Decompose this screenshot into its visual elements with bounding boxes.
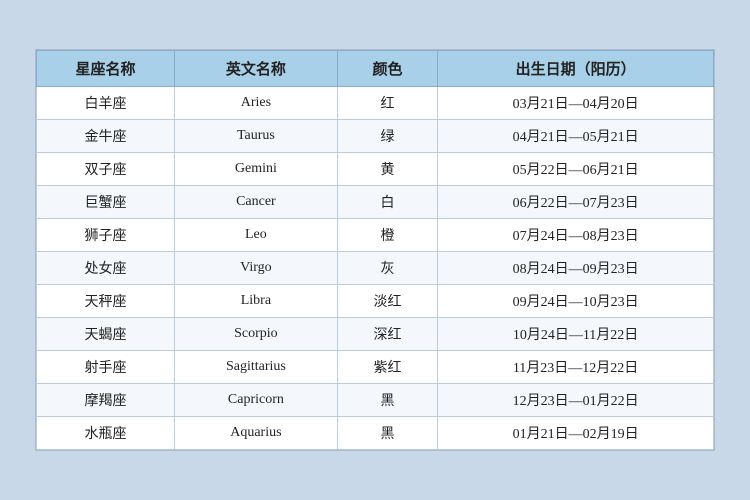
table-row: 水瓶座Aquarius黑01月21日—02月19日 bbox=[37, 417, 714, 450]
cell-dates: 09月24日—10月23日 bbox=[438, 285, 714, 318]
cell-dates: 03月21日—04月20日 bbox=[438, 87, 714, 120]
cell-dates: 04月21日—05月21日 bbox=[438, 120, 714, 153]
cell-color: 黑 bbox=[337, 417, 437, 450]
cell-color: 黄 bbox=[337, 153, 437, 186]
cell-english-name: Aquarius bbox=[174, 417, 337, 450]
table-row: 天秤座Libra淡红09月24日—10月23日 bbox=[37, 285, 714, 318]
cell-dates: 05月22日—06月21日 bbox=[438, 153, 714, 186]
cell-dates: 11月23日—12月22日 bbox=[438, 351, 714, 384]
table-row: 摩羯座Capricorn黑12月23日—01月22日 bbox=[37, 384, 714, 417]
cell-color: 淡红 bbox=[337, 285, 437, 318]
cell-chinese-name: 摩羯座 bbox=[37, 384, 175, 417]
cell-color: 绿 bbox=[337, 120, 437, 153]
table-header-row: 星座名称 英文名称 颜色 出生日期（阳历） bbox=[37, 51, 714, 87]
cell-color: 红 bbox=[337, 87, 437, 120]
cell-chinese-name: 狮子座 bbox=[37, 219, 175, 252]
cell-chinese-name: 白羊座 bbox=[37, 87, 175, 120]
cell-english-name: Scorpio bbox=[174, 318, 337, 351]
cell-chinese-name: 天秤座 bbox=[37, 285, 175, 318]
table-row: 双子座Gemini黄05月22日—06月21日 bbox=[37, 153, 714, 186]
cell-english-name: Leo bbox=[174, 219, 337, 252]
cell-dates: 10月24日—11月22日 bbox=[438, 318, 714, 351]
cell-dates: 01月21日—02月19日 bbox=[438, 417, 714, 450]
cell-chinese-name: 双子座 bbox=[37, 153, 175, 186]
table-row: 巨蟹座Cancer白06月22日—07月23日 bbox=[37, 186, 714, 219]
cell-dates: 06月22日—07月23日 bbox=[438, 186, 714, 219]
header-color: 颜色 bbox=[337, 51, 437, 87]
cell-color: 白 bbox=[337, 186, 437, 219]
zodiac-table-container: 星座名称 英文名称 颜色 出生日期（阳历） 白羊座Aries红03月21日—04… bbox=[35, 49, 715, 451]
cell-dates: 08月24日—09月23日 bbox=[438, 252, 714, 285]
cell-english-name: Gemini bbox=[174, 153, 337, 186]
cell-chinese-name: 巨蟹座 bbox=[37, 186, 175, 219]
cell-color: 黑 bbox=[337, 384, 437, 417]
table-row: 白羊座Aries红03月21日—04月20日 bbox=[37, 87, 714, 120]
cell-english-name: Sagittarius bbox=[174, 351, 337, 384]
cell-english-name: Taurus bbox=[174, 120, 337, 153]
cell-color: 紫红 bbox=[337, 351, 437, 384]
cell-color: 深红 bbox=[337, 318, 437, 351]
table-row: 射手座Sagittarius紫红11月23日—12月22日 bbox=[37, 351, 714, 384]
cell-english-name: Aries bbox=[174, 87, 337, 120]
cell-english-name: Cancer bbox=[174, 186, 337, 219]
table-row: 金牛座Taurus绿04月21日—05月21日 bbox=[37, 120, 714, 153]
cell-english-name: Libra bbox=[174, 285, 337, 318]
cell-chinese-name: 水瓶座 bbox=[37, 417, 175, 450]
cell-chinese-name: 射手座 bbox=[37, 351, 175, 384]
table-row: 处女座Virgo灰08月24日—09月23日 bbox=[37, 252, 714, 285]
table-row: 天蝎座Scorpio深红10月24日—11月22日 bbox=[37, 318, 714, 351]
cell-chinese-name: 处女座 bbox=[37, 252, 175, 285]
cell-color: 灰 bbox=[337, 252, 437, 285]
header-dates: 出生日期（阳历） bbox=[438, 51, 714, 87]
cell-english-name: Capricorn bbox=[174, 384, 337, 417]
cell-chinese-name: 金牛座 bbox=[37, 120, 175, 153]
zodiac-table: 星座名称 英文名称 颜色 出生日期（阳历） 白羊座Aries红03月21日—04… bbox=[36, 50, 714, 450]
table-row: 狮子座Leo橙07月24日—08月23日 bbox=[37, 219, 714, 252]
cell-color: 橙 bbox=[337, 219, 437, 252]
header-english-name: 英文名称 bbox=[174, 51, 337, 87]
table-body: 白羊座Aries红03月21日—04月20日金牛座Taurus绿04月21日—0… bbox=[37, 87, 714, 450]
cell-english-name: Virgo bbox=[174, 252, 337, 285]
header-chinese-name: 星座名称 bbox=[37, 51, 175, 87]
cell-dates: 07月24日—08月23日 bbox=[438, 219, 714, 252]
cell-chinese-name: 天蝎座 bbox=[37, 318, 175, 351]
cell-dates: 12月23日—01月22日 bbox=[438, 384, 714, 417]
